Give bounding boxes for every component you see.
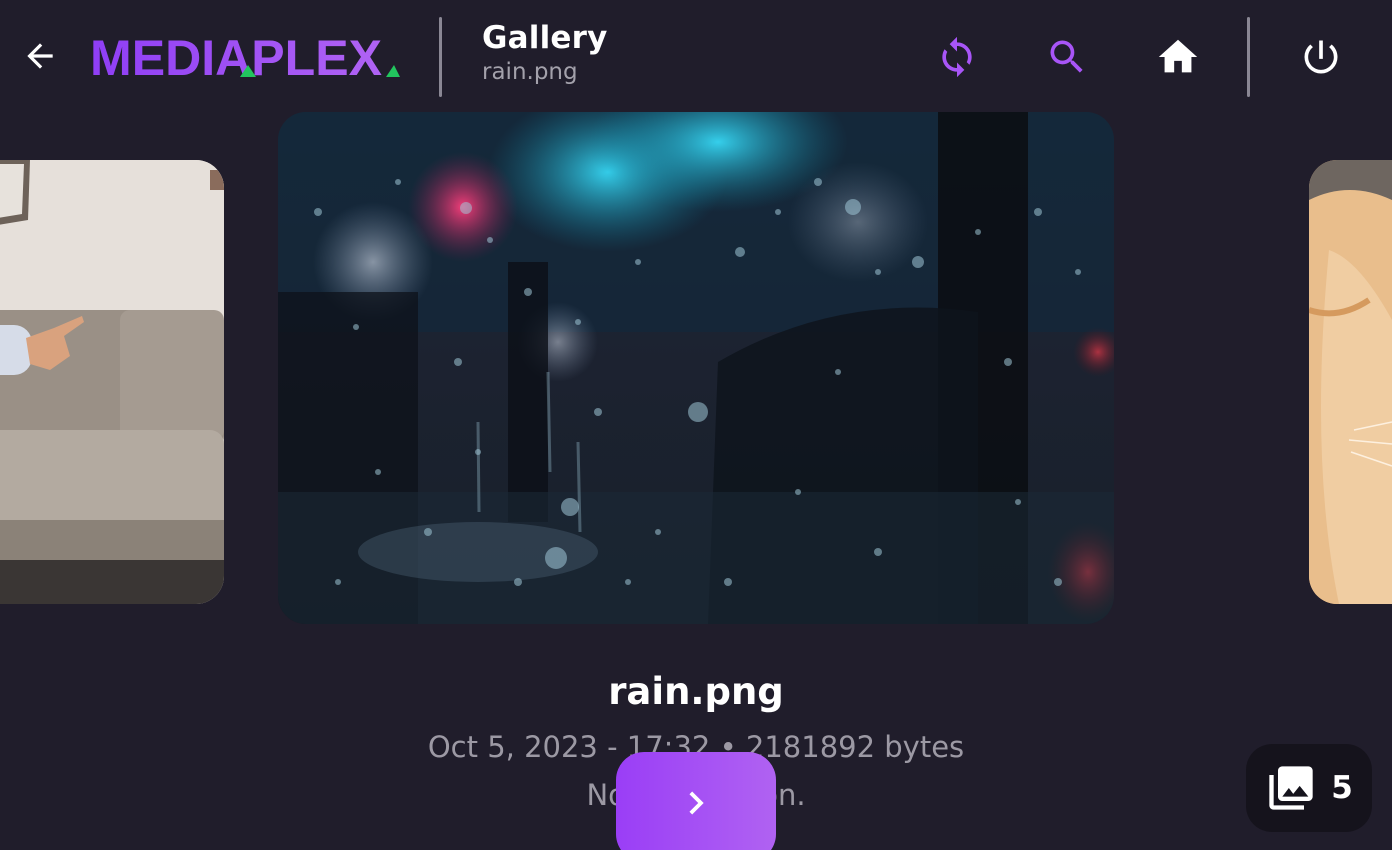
refresh-button[interactable] — [930, 30, 984, 84]
top-bar: MEDIAPLEX Gallery rain.png — [0, 0, 1392, 112]
header-divider-right — [1247, 17, 1250, 97]
current-image-rain — [278, 112, 1114, 624]
page-subtitle: rain.png — [482, 59, 578, 85]
gallery-count: 5 — [1331, 770, 1353, 806]
home-button[interactable] — [1151, 30, 1205, 84]
previous-image-card[interactable] — [0, 160, 224, 604]
search-button[interactable] — [1040, 30, 1094, 84]
header-divider — [439, 17, 442, 97]
power-icon — [1304, 40, 1338, 74]
home-icon — [1158, 39, 1198, 73]
next-button[interactable] — [616, 752, 776, 850]
photo-library-icon — [1269, 766, 1313, 810]
title-block: Gallery rain.png — [482, 20, 608, 85]
page-title: Gallery — [482, 20, 608, 56]
search-icon — [1050, 40, 1083, 73]
next-image-card[interactable] — [1309, 160, 1392, 604]
svg-text:MEDIAPLEX: MEDIAPLEX — [90, 33, 382, 79]
power-button[interactable] — [1294, 30, 1348, 84]
refresh-icon — [942, 36, 972, 78]
image-title: rain.png — [608, 670, 784, 713]
previous-image-thumbnail — [0, 160, 224, 604]
gallery-count-button[interactable]: 5 — [1246, 744, 1372, 832]
chevron-right-icon — [689, 791, 704, 815]
back-button[interactable] — [18, 34, 62, 78]
arrow-left-icon — [27, 43, 53, 69]
current-image-card[interactable] — [278, 112, 1114, 624]
mediaplex-logo: MEDIAPLEX — [90, 33, 400, 79]
next-image-thumbnail — [1309, 160, 1392, 604]
